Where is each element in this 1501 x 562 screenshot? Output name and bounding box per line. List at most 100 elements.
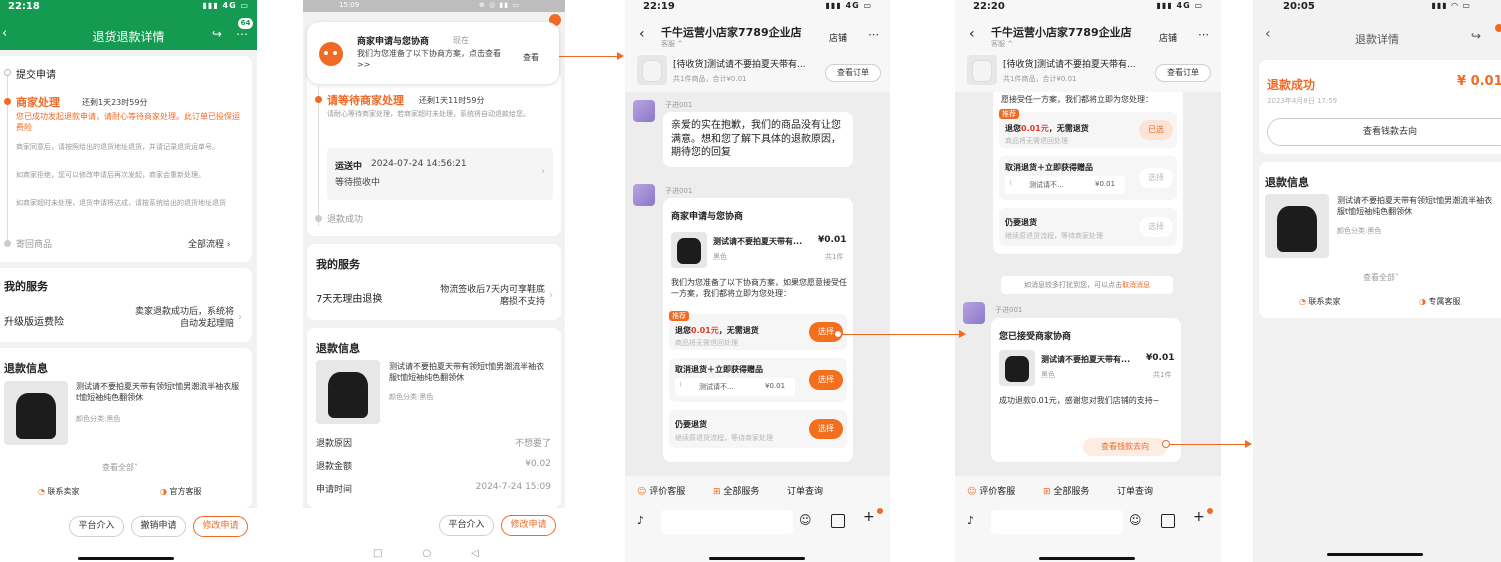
chat-header: 22:20 ▮▮▮ 4G ▭ ‹ 千牛运营小店家7789企业店 客服 ^ 店铺 …: [955, 0, 1221, 92]
agent-name: 子进001: [995, 306, 1023, 314]
contact-seller-button[interactable]: ◔ 联系卖家: [38, 486, 80, 497]
shop-button[interactable]: 店铺: [1159, 31, 1177, 44]
option-title: 退您0.01元，无需退货: [675, 326, 759, 335]
plus-icon[interactable]: +: [1193, 509, 1205, 525]
view-money-flow-button[interactable]: 查看钱款去向: [1083, 438, 1167, 456]
apply-time-value: 2024-7-24 15:09: [475, 482, 551, 492]
view-order-button[interactable]: 查看订单: [1155, 64, 1211, 82]
smile-icon: ☺: [967, 487, 977, 497]
option-still-return[interactable]: 仍要退货 继续原退货流程，等待商家处理 选择: [669, 410, 847, 448]
option-sub: 继续原退货流程，等待商家处理: [675, 434, 773, 442]
view-all-link[interactable]: 查看全部˅: [1363, 272, 1399, 283]
cancel-message-link[interactable]: 取消消息: [1122, 281, 1150, 289]
view-all-link[interactable]: 查看全部˅: [102, 462, 138, 473]
select-button[interactable]: 选择: [809, 370, 843, 390]
exclusive-service-button[interactable]: ◑ 专属客服: [1419, 296, 1461, 307]
headset-icon: ◔: [1299, 297, 1306, 306]
all-services-button[interactable]: ⊞ 全部服务: [1043, 484, 1089, 497]
view-money-flow-button[interactable]: 查看钱款去向: [1267, 118, 1501, 146]
bottom-bar: 平台介入 修改申请 □○◁: [303, 508, 565, 562]
modify-request-button[interactable]: 修改申请: [193, 516, 248, 537]
cancel-request-button[interactable]: 撤销申请: [131, 516, 186, 537]
service-label: 7天无理由退换: [316, 294, 383, 305]
shop-button[interactable]: 店铺: [829, 31, 847, 44]
platform-intervene-button[interactable]: 平台介入: [69, 516, 124, 537]
message-input[interactable]: [991, 510, 1123, 534]
rate-service-button[interactable]: ☺ 评价客服: [967, 484, 1015, 497]
emoji-icon[interactable]: ☺: [799, 513, 812, 527]
more-icon[interactable]: ⋯: [1198, 28, 1209, 41]
bag-icon[interactable]: [831, 514, 845, 528]
shop-sub: 客服 ^: [661, 40, 684, 48]
agent-avatar: [633, 184, 655, 206]
order-title[interactable]: [待收货]测试请不要拍夏天带有...: [1003, 57, 1136, 70]
all-services-button[interactable]: ⊞ 全部服务: [713, 484, 759, 497]
official-service-button[interactable]: ◑ 官方客服: [160, 486, 202, 497]
android-nav-icons[interactable]: □○◁: [373, 548, 519, 559]
product-title[interactable]: 测试请不要拍夏天带有领短t恤男潮流半袖衣服t恤短袖纯色翻领休: [76, 382, 242, 404]
push-notification[interactable]: 商家申请与您协商 现在 我们为您准备了以下协商方案，点击查看>> 查看: [307, 22, 559, 84]
flow-arrow-3: [1170, 444, 1246, 445]
emoji-icon[interactable]: ☺: [1129, 513, 1142, 527]
option-refund-no-return[interactable]: 推荐 退您0.01元，无需退货 商品将无需退回处理 已选: [999, 109, 1177, 148]
negotiation-card-scrolled: 愿接受任一方案，我们都将立即为您处理： 推荐 退您0.01元，无需退货 商品将无…: [993, 86, 1183, 254]
product-thumb[interactable]: [4, 381, 68, 445]
product-title[interactable]: 测试请不要拍夏天带有领短t恤男潮流半袖衣服t恤短袖纯色翻领休: [389, 362, 551, 384]
order-thumb[interactable]: [967, 55, 997, 85]
select-button-disabled: 选择: [1139, 217, 1173, 237]
order-query-button[interactable]: 订单查询: [787, 484, 823, 497]
select-button[interactable]: 选择: [809, 419, 843, 439]
shipping-time: 2024-07-24 14:56:21: [371, 159, 467, 169]
option-refund-no-return[interactable]: 推荐 退您0.01元，无需退货 商品将无需退回处理 选择: [669, 311, 847, 350]
system-notice: 如消息较多打扰到您，可以点击取消消息: [1001, 276, 1173, 294]
view-order-button[interactable]: 查看订单: [825, 64, 881, 82]
more-icon[interactable]: ⋯: [868, 28, 879, 41]
platform-intervene-button[interactable]: 平台介入: [439, 515, 494, 536]
product-title[interactable]: 测试请不要拍夏天带有领短t恤男潮流半袖衣服t恤短袖纯色翻领休: [1337, 196, 1499, 218]
shop-name: 千牛运营小店家7789企业店: [661, 26, 802, 39]
product-spec: 颜色分类:黑色: [1337, 227, 1382, 235]
back-icon[interactable]: ‹: [639, 26, 645, 42]
message-input[interactable]: [661, 510, 793, 534]
modify-request-button[interactable]: 修改申请: [501, 515, 556, 536]
refund-status: 退款成功: [1267, 78, 1316, 92]
voice-icon[interactable]: ♪: [967, 514, 974, 527]
back-icon[interactable]: ‹: [969, 26, 975, 42]
order-query-button[interactable]: 订单查询: [1117, 484, 1153, 497]
rate-service-button[interactable]: ☺ 评价客服: [637, 484, 685, 497]
plus-icon[interactable]: +: [863, 509, 875, 525]
progress-card: 提交申请 商家处理 还剩1天23时59分 您已成功发起退款申请，请耐心等待商家处…: [0, 56, 252, 262]
product-name[interactable]: 测试请不要拍夏天带有...: [713, 236, 802, 247]
product-thumb[interactable]: [1265, 194, 1329, 258]
more-icon[interactable]: ⋯: [236, 27, 248, 41]
shipping-box[interactable]: 运送中 2024-07-24 14:56:21 等待揽收中 ›: [327, 148, 553, 200]
notification-view-button[interactable]: 查看: [523, 52, 539, 63]
product-spec: 颜色分类:黑色: [389, 393, 434, 401]
negotiation-card: 商家申请与您协商 测试请不要拍夏天带有... ¥0.01 黑色 共1件 我们为您…: [663, 198, 853, 462]
timeline-line: [318, 86, 319, 226]
service-icon: ◑: [1419, 297, 1426, 306]
chat-bottom: ☺ 评价客服 ⊞ 全部服务 订单查询 ♪ ☺ +: [625, 476, 890, 562]
gift-price: ¥0.01: [765, 382, 786, 390]
grid-icon: ⊞: [713, 487, 721, 497]
bag-icon[interactable]: [1161, 514, 1175, 528]
agent-avatar: [633, 100, 655, 122]
refund-title: 退款信息: [4, 362, 48, 375]
order-thumb[interactable]: [637, 55, 667, 85]
home-indicator: [78, 557, 174, 560]
share-icon[interactable]: ↪: [1471, 29, 1481, 43]
option-cancel-return-gift[interactable]: 取消退货＋立即获得赠品 ⌇ 测试请不... ¥0.01 选择: [669, 358, 847, 402]
all-flow-link[interactable]: 全部流程 ›: [188, 237, 230, 250]
option-sub: 商品将无需退回处理: [1005, 137, 1068, 145]
order-title[interactable]: [待收货]测试请不要拍夏天带有...: [673, 57, 806, 70]
voice-icon[interactable]: ♪: [637, 514, 644, 527]
product-thumb[interactable]: [316, 360, 380, 424]
product-thumb[interactable]: [999, 350, 1035, 386]
contact-seller-button[interactable]: ◔ 联系卖家: [1299, 296, 1341, 307]
notification-body: 我们为您准备了以下协商方案，点击查看>>: [357, 49, 501, 69]
gift-item: ⌇ 测试请不... ¥0.01: [1005, 176, 1125, 194]
refund-info-card: 退款信息 测试请不要拍夏天带有领短t恤男潮流半袖衣服t恤短袖纯色翻领休 颜色分类…: [307, 328, 561, 508]
share-icon[interactable]: ↪: [212, 27, 222, 41]
product-name[interactable]: 测试请不要拍夏天带有...: [1041, 354, 1130, 365]
product-thumb[interactable]: [671, 232, 707, 268]
